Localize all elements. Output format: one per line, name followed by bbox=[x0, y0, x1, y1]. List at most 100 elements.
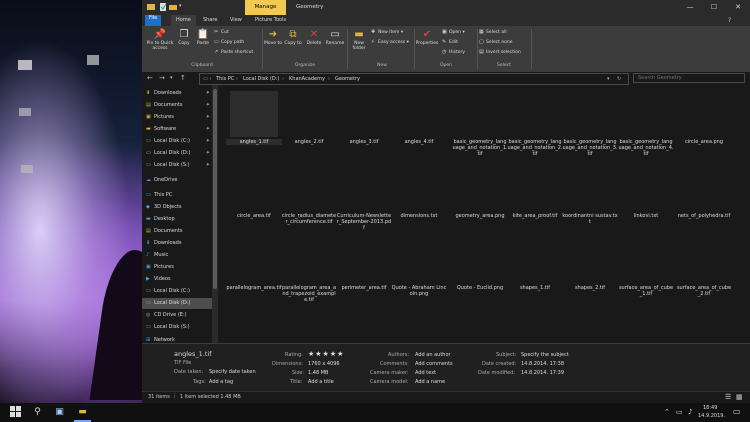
search-input[interactable] bbox=[633, 73, 745, 83]
tags-field[interactable]: Add a tag bbox=[209, 379, 233, 385]
volume-tray-icon[interactable]: ♪ bbox=[688, 408, 692, 416]
file-item[interactable]: basic_geometry_language_and_notation_4.t… bbox=[618, 139, 674, 157]
file-item[interactable]: basic_geometry_language_and_notation_1.t… bbox=[452, 139, 508, 157]
paste-button[interactable]: 📋 Paste bbox=[194, 29, 212, 46]
refresh-icon[interactable]: ↻ bbox=[617, 74, 621, 84]
desktop-icon-4[interactable] bbox=[4, 165, 50, 174]
tab-picture-tools[interactable]: Picture Tools bbox=[250, 15, 291, 26]
desktop-icon-3[interactable] bbox=[2, 108, 48, 117]
nav-item-desktop[interactable]: ▬ Desktop bbox=[142, 214, 212, 225]
maximize-button[interactable]: ☐ bbox=[702, 0, 726, 15]
recent-locations-chevron-icon[interactable]: ▾ bbox=[170, 73, 173, 84]
file-item[interactable]: shapes_1.tif bbox=[507, 285, 563, 291]
nav-item-cd-drive-e[interactable]: ◎ CD Drive (E:) bbox=[142, 310, 212, 321]
tab-home[interactable]: Home bbox=[171, 15, 196, 26]
file-item[interactable]: parallelogram_area.tif bbox=[226, 285, 282, 291]
file-item[interactable]: circle_area.png bbox=[676, 139, 732, 145]
file-item[interactable]: shapes_2.tif bbox=[562, 285, 618, 291]
authors-field[interactable]: Add an author bbox=[415, 352, 451, 358]
nav-item-local-disk-s-quick[interactable]: ▭ Local Disk (S:) ✦ bbox=[142, 160, 212, 171]
file-item[interactable]: perimeter_area.tif bbox=[336, 285, 392, 291]
cut-button[interactable]: ✂ Cut bbox=[214, 29, 229, 36]
file-item[interactable]: Quote - Euclid.png bbox=[452, 285, 508, 291]
camera-model-field[interactable]: Add a name bbox=[415, 379, 445, 385]
address-dropdown-icon[interactable]: ▾ bbox=[607, 74, 610, 84]
desktop-icon-2[interactable] bbox=[70, 55, 116, 66]
move-to-button[interactable]: ➜ Move to bbox=[263, 29, 283, 46]
minimize-button[interactable]: — bbox=[678, 0, 702, 15]
chevron-down-icon[interactable]: ▾ bbox=[179, 3, 187, 11]
nav-scrollbar-thumb[interactable] bbox=[213, 89, 217, 289]
nav-item-music[interactable]: ♪ Music bbox=[142, 250, 212, 261]
file-item[interactable]: kite_area_proof.tif bbox=[507, 213, 563, 219]
file-item[interactable]: Quote - Abraham Lincoln.png bbox=[391, 285, 447, 297]
large-icons-view-icon[interactable]: ▦ bbox=[736, 393, 743, 401]
file-item[interactable]: linkovi.txt bbox=[618, 213, 674, 219]
tab-view[interactable]: View bbox=[225, 15, 247, 26]
nav-item-downloads[interactable]: ⬇ Downloads bbox=[142, 238, 212, 249]
nav-item-this-pc[interactable]: ▭ This PC bbox=[142, 190, 212, 201]
notifications-icon[interactable]: ▭ bbox=[733, 407, 741, 416]
file-item[interactable]: angles_2.tif bbox=[281, 139, 337, 145]
subject-field[interactable]: Specify the subject bbox=[521, 352, 569, 358]
tab-share[interactable]: Share bbox=[198, 15, 222, 26]
help-icon[interactable]: ? bbox=[728, 17, 731, 24]
new-folder-button[interactable]: ▬ New folder bbox=[349, 29, 369, 51]
pin-quick-access-button[interactable]: 📌 Pin to Quick access bbox=[144, 29, 176, 51]
tab-file[interactable]: File bbox=[145, 15, 161, 26]
clock-date[interactable]: 14.9.2019. bbox=[698, 413, 725, 419]
history-button[interactable]: ◷ History bbox=[442, 49, 465, 56]
easy-access-button[interactable]: ⚡ Easy access ▾ bbox=[371, 39, 409, 46]
file-item[interactable]: circle_radius_diameter_circumference.tif bbox=[281, 213, 337, 225]
file-explorer-taskbar-icon[interactable]: ▬ bbox=[76, 406, 89, 419]
details-view-icon[interactable]: ☰ bbox=[725, 393, 731, 401]
breadcrumb-geometry[interactable]: Geometry bbox=[335, 74, 360, 84]
nav-item-local-disk-c-quick[interactable]: ▭ Local Disk (C:) ✦ bbox=[142, 136, 212, 147]
breadcrumb-local-disk-d[interactable]: Local Disk (D:) bbox=[243, 74, 279, 84]
date-taken-field[interactable]: Specify date taken bbox=[209, 369, 256, 375]
nav-item-documents-quick[interactable]: ▤ Documents ✦ bbox=[142, 100, 212, 111]
file-item[interactable]: parallelogram_area_and_trapezoid_example… bbox=[281, 285, 337, 303]
nav-item-local-disk-d[interactable]: ▭ Local Disk (D:) bbox=[142, 298, 212, 309]
nav-scrollbar[interactable] bbox=[212, 85, 218, 343]
properties-button[interactable]: ✔ Properties bbox=[415, 29, 439, 46]
camera-maker-field[interactable]: Add text bbox=[415, 370, 436, 376]
forward-arrow-icon[interactable]: → bbox=[159, 73, 165, 84]
rating-stars[interactable]: ★★★★★ bbox=[308, 350, 344, 358]
nav-item-pictures[interactable]: ▣ Pictures bbox=[142, 262, 212, 273]
copy-button[interactable]: ❐ Copy bbox=[176, 29, 192, 46]
copy-path-button[interactable]: ▭ Copy path bbox=[214, 39, 244, 46]
new-item-button[interactable]: ✚ New item ▾ bbox=[371, 29, 403, 36]
delete-button[interactable]: ✕ Delete bbox=[304, 29, 324, 46]
start-button-icon[interactable] bbox=[9, 406, 22, 419]
file-item[interactable]: nets_of_polyhedra.tif bbox=[676, 213, 732, 219]
nav-item-local-disk-s[interactable]: ▭ Local Disk (S:) bbox=[142, 322, 212, 333]
back-arrow-icon[interactable]: ← bbox=[147, 73, 153, 84]
select-all-button[interactable]: ▦ Select all bbox=[479, 29, 507, 36]
file-item[interactable]: surface_area_of_cube_1.tif bbox=[618, 285, 674, 297]
nav-item-onedrive[interactable]: ☁ OneDrive bbox=[142, 175, 212, 186]
up-arrow-icon[interactable]: ↑ bbox=[180, 73, 186, 84]
desktop-icon-1[interactable] bbox=[2, 60, 48, 71]
close-button[interactable]: ✕ bbox=[726, 0, 750, 15]
nav-item-downloads-quick[interactable]: ⬇ Downloads ✦ bbox=[142, 88, 212, 99]
copy-to-button[interactable]: ⧉ Copy to bbox=[283, 29, 303, 46]
nav-item-local-disk-c[interactable]: ▭ Local Disk (C:) bbox=[142, 286, 212, 297]
paste-shortcut-button[interactable]: ↗ Paste shortcut bbox=[214, 49, 253, 56]
file-item[interactable]: surface_area_of_cube_2.tif bbox=[676, 285, 732, 297]
file-item[interactable]: basic_geometry_language_and_notation_3.t… bbox=[562, 139, 618, 157]
new-folder-qat-icon[interactable] bbox=[169, 3, 177, 11]
file-item[interactable]: angles_3.tif bbox=[336, 139, 392, 145]
system-tray-chevron-icon[interactable]: ⌃ bbox=[664, 408, 670, 416]
comments-field[interactable]: Add comments bbox=[415, 361, 453, 367]
properties-qat-icon[interactable] bbox=[159, 3, 167, 11]
nav-item-3d-objects[interactable]: ◆ 3D Objects bbox=[142, 202, 212, 213]
file-item[interactable]: Curriculum-Newsletter_September-2013.pdf bbox=[336, 213, 392, 231]
invert-selection-button[interactable]: ▤ Invert selection bbox=[479, 49, 521, 56]
network-tray-icon[interactable]: ▭ bbox=[676, 408, 683, 416]
task-view-icon[interactable]: ▣ bbox=[53, 406, 66, 419]
select-none-button[interactable]: ▢ Select none bbox=[479, 39, 513, 46]
file-item[interactable]: dimensions.txt bbox=[391, 213, 447, 219]
breadcrumb-khanacademy[interactable]: KhanAcademy bbox=[289, 74, 325, 84]
file-item[interactable]: circle_area.tif bbox=[226, 213, 282, 219]
